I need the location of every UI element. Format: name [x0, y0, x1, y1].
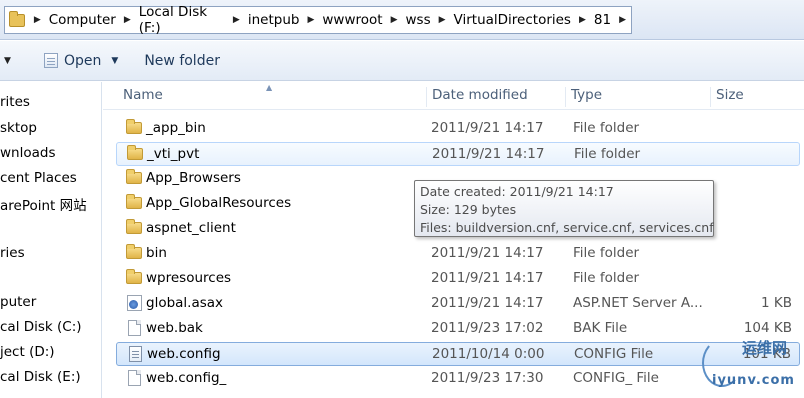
navigation-pane: rites sktop wnloads cent Places arePoint…	[0, 82, 102, 398]
breadcrumb-inetpub[interactable]: inetpub	[245, 12, 303, 28]
file-icon	[128, 320, 141, 336]
file-name: bin	[146, 245, 167, 261]
chevron-right-icon[interactable]: ▶	[434, 15, 451, 25]
chevron-right-icon[interactable]: ▶	[228, 15, 245, 25]
table-row[interactable]: _vti_pvt 2011/9/21 14:17 File folder	[116, 142, 800, 166]
folder-icon	[9, 10, 25, 27]
folder-icon	[127, 145, 143, 160]
watermark-text-cn: 运维网	[742, 339, 788, 357]
nav-item-local-disk-e[interactable]: cal Disk (E:)	[0, 369, 81, 385]
column-header-size[interactable]: Size	[710, 87, 802, 107]
breadcrumb-wss[interactable]: wss	[403, 12, 434, 28]
folder-icon	[126, 244, 142, 259]
chevron-right-icon[interactable]: ▶	[29, 15, 46, 25]
breadcrumb: ▶ Computer ▶ Local Disk (F:) ▶ inetpub ▶…	[29, 4, 631, 36]
column-header-name[interactable]: Name	[118, 87, 418, 107]
tooltip-date-created: Date created: 2011/9/21 14:17	[420, 184, 614, 199]
column-header-date-modified[interactable]: Date modified	[426, 87, 562, 107]
file-type: File folder	[573, 270, 640, 286]
file-date: 2011/9/21 14:17	[432, 146, 545, 162]
chevron-right-icon[interactable]: ▶	[302, 15, 319, 25]
folder-info-tooltip: Date created: 2011/9/21 14:17 Size: 129 …	[414, 180, 714, 237]
nav-item-local-disk-c[interactable]: cal Disk (C:)	[0, 319, 82, 335]
file-type: CONFIG_ File	[573, 370, 659, 386]
table-row[interactable]: bin 2011/9/21 14:17 File folder	[116, 242, 800, 266]
nav-item-recent-places[interactable]: cent Places	[0, 170, 77, 186]
file-date: 2011/9/23 17:02	[431, 320, 544, 336]
file-name: App_GlobalResources	[146, 195, 292, 211]
file-name: web.bak	[146, 320, 203, 336]
watermark-logo: 运维网 iyunv.com	[700, 335, 800, 395]
chevron-right-icon[interactable]: ▶	[614, 15, 631, 25]
chevron-right-icon[interactable]: ▶	[574, 15, 591, 25]
chevron-down-icon[interactable]: ▼	[111, 56, 118, 66]
table-row[interactable]: global.asax 2011/9/21 14:17 ASP.NET Serv…	[116, 292, 800, 316]
folder-icon	[126, 169, 142, 184]
file-type: BAK File	[573, 320, 628, 336]
folder-icon	[126, 219, 142, 234]
document-icon	[44, 53, 58, 68]
nav-item-project-d[interactable]: ject (D:)	[0, 344, 55, 360]
nav-item-sharepoint[interactable]: arePoint 网站	[0, 194, 87, 214]
column-headers: ▲ Name Date modified Type Size	[103, 82, 804, 110]
table-row[interactable]: wpresources 2011/9/21 14:17 File folder	[116, 267, 800, 291]
file-name: _vti_pvt	[147, 146, 200, 162]
folder-icon	[126, 194, 142, 209]
watermark-text-url: iyunv.com	[712, 373, 795, 388]
file-name: wpresources	[146, 270, 232, 286]
file-list: ▲ Name Date modified Type Size _app_bin …	[103, 82, 804, 398]
file-name: _app_bin	[146, 120, 206, 136]
nav-item-computer[interactable]: puter	[0, 294, 36, 310]
file-type: File folder	[574, 146, 641, 162]
file-size: 104 KB	[743, 320, 792, 336]
file-name: aspnet_client	[146, 220, 236, 236]
file-icon	[128, 370, 141, 386]
open-button[interactable]: Open ▼	[44, 53, 118, 69]
nav-item-downloads[interactable]: wnloads	[0, 145, 55, 161]
file-size: 1 KB	[761, 295, 792, 311]
file-date: 2011/9/21 14:17	[431, 245, 544, 261]
nav-item-desktop[interactable]: sktop	[0, 120, 37, 136]
file-date: 2011/9/21 14:17	[431, 120, 544, 136]
open-button-label: Open	[64, 52, 102, 69]
file-name: global.asax	[146, 295, 224, 311]
nav-item-libraries[interactable]: ries	[0, 245, 25, 261]
table-row[interactable]: _app_bin 2011/9/21 14:17 File folder	[116, 117, 800, 141]
column-header-type[interactable]: Type	[565, 87, 707, 107]
chevron-right-icon[interactable]: ▶	[386, 15, 403, 25]
file-date: 2011/9/21 14:17	[431, 295, 544, 311]
table-row[interactable]: web.bak 2011/9/23 17:02 BAK File 104 KB	[116, 317, 800, 341]
config-file-icon	[129, 346, 142, 362]
breadcrumb-81[interactable]: 81	[591, 12, 614, 28]
file-type: CONFIG File	[574, 346, 654, 362]
folder-icon	[126, 119, 142, 134]
file-date: 2011/9/23 17:30	[431, 370, 544, 386]
file-type: File folder	[573, 245, 640, 261]
folder-icon	[126, 269, 142, 284]
file-name: web.config	[147, 346, 221, 362]
breadcrumb-wwwroot[interactable]: wwwroot	[319, 12, 385, 28]
table-row[interactable]: web.config_ 2011/9/23 17:30 CONFIG_ File	[116, 367, 800, 391]
chevron-right-icon[interactable]: ▶	[119, 15, 136, 25]
aspnet-file-icon	[127, 295, 142, 311]
address-bar-area: ▶ Computer ▶ Local Disk (F:) ▶ inetpub ▶…	[0, 0, 804, 40]
command-bar: ▼ Open ▼ New folder	[0, 41, 804, 81]
organize-dropdown-icon[interactable]: ▼	[4, 56, 44, 66]
new-folder-label: New folder	[144, 52, 220, 69]
tooltip-size: Size: 129 bytes	[420, 202, 517, 217]
breadcrumb-virtualdirectories[interactable]: VirtualDirectories	[451, 12, 574, 28]
file-date: 2011/10/14 0:00	[432, 346, 545, 362]
new-folder-button[interactable]: New folder	[144, 53, 220, 69]
breadcrumb-computer[interactable]: Computer	[46, 12, 119, 28]
tooltip-files: Files: buildversion.cnf, service.cnf, se…	[420, 220, 714, 235]
address-bar[interactable]: ▶ Computer ▶ Local Disk (F:) ▶ inetpub ▶…	[4, 4, 632, 36]
file-name: web.config_	[146, 370, 227, 386]
file-name: App_Browsers	[146, 170, 241, 186]
breadcrumb-local-disk-f[interactable]: Local Disk (F:)	[136, 4, 228, 36]
file-date: 2011/9/21 14:17	[431, 270, 544, 286]
file-type: ASP.NET Server A...	[573, 295, 703, 311]
nav-item-favorites[interactable]: rites	[0, 94, 30, 110]
file-type: File folder	[573, 120, 640, 136]
table-row[interactable]: web.config 2011/10/14 0:00 CONFIG File 1…	[116, 342, 800, 366]
